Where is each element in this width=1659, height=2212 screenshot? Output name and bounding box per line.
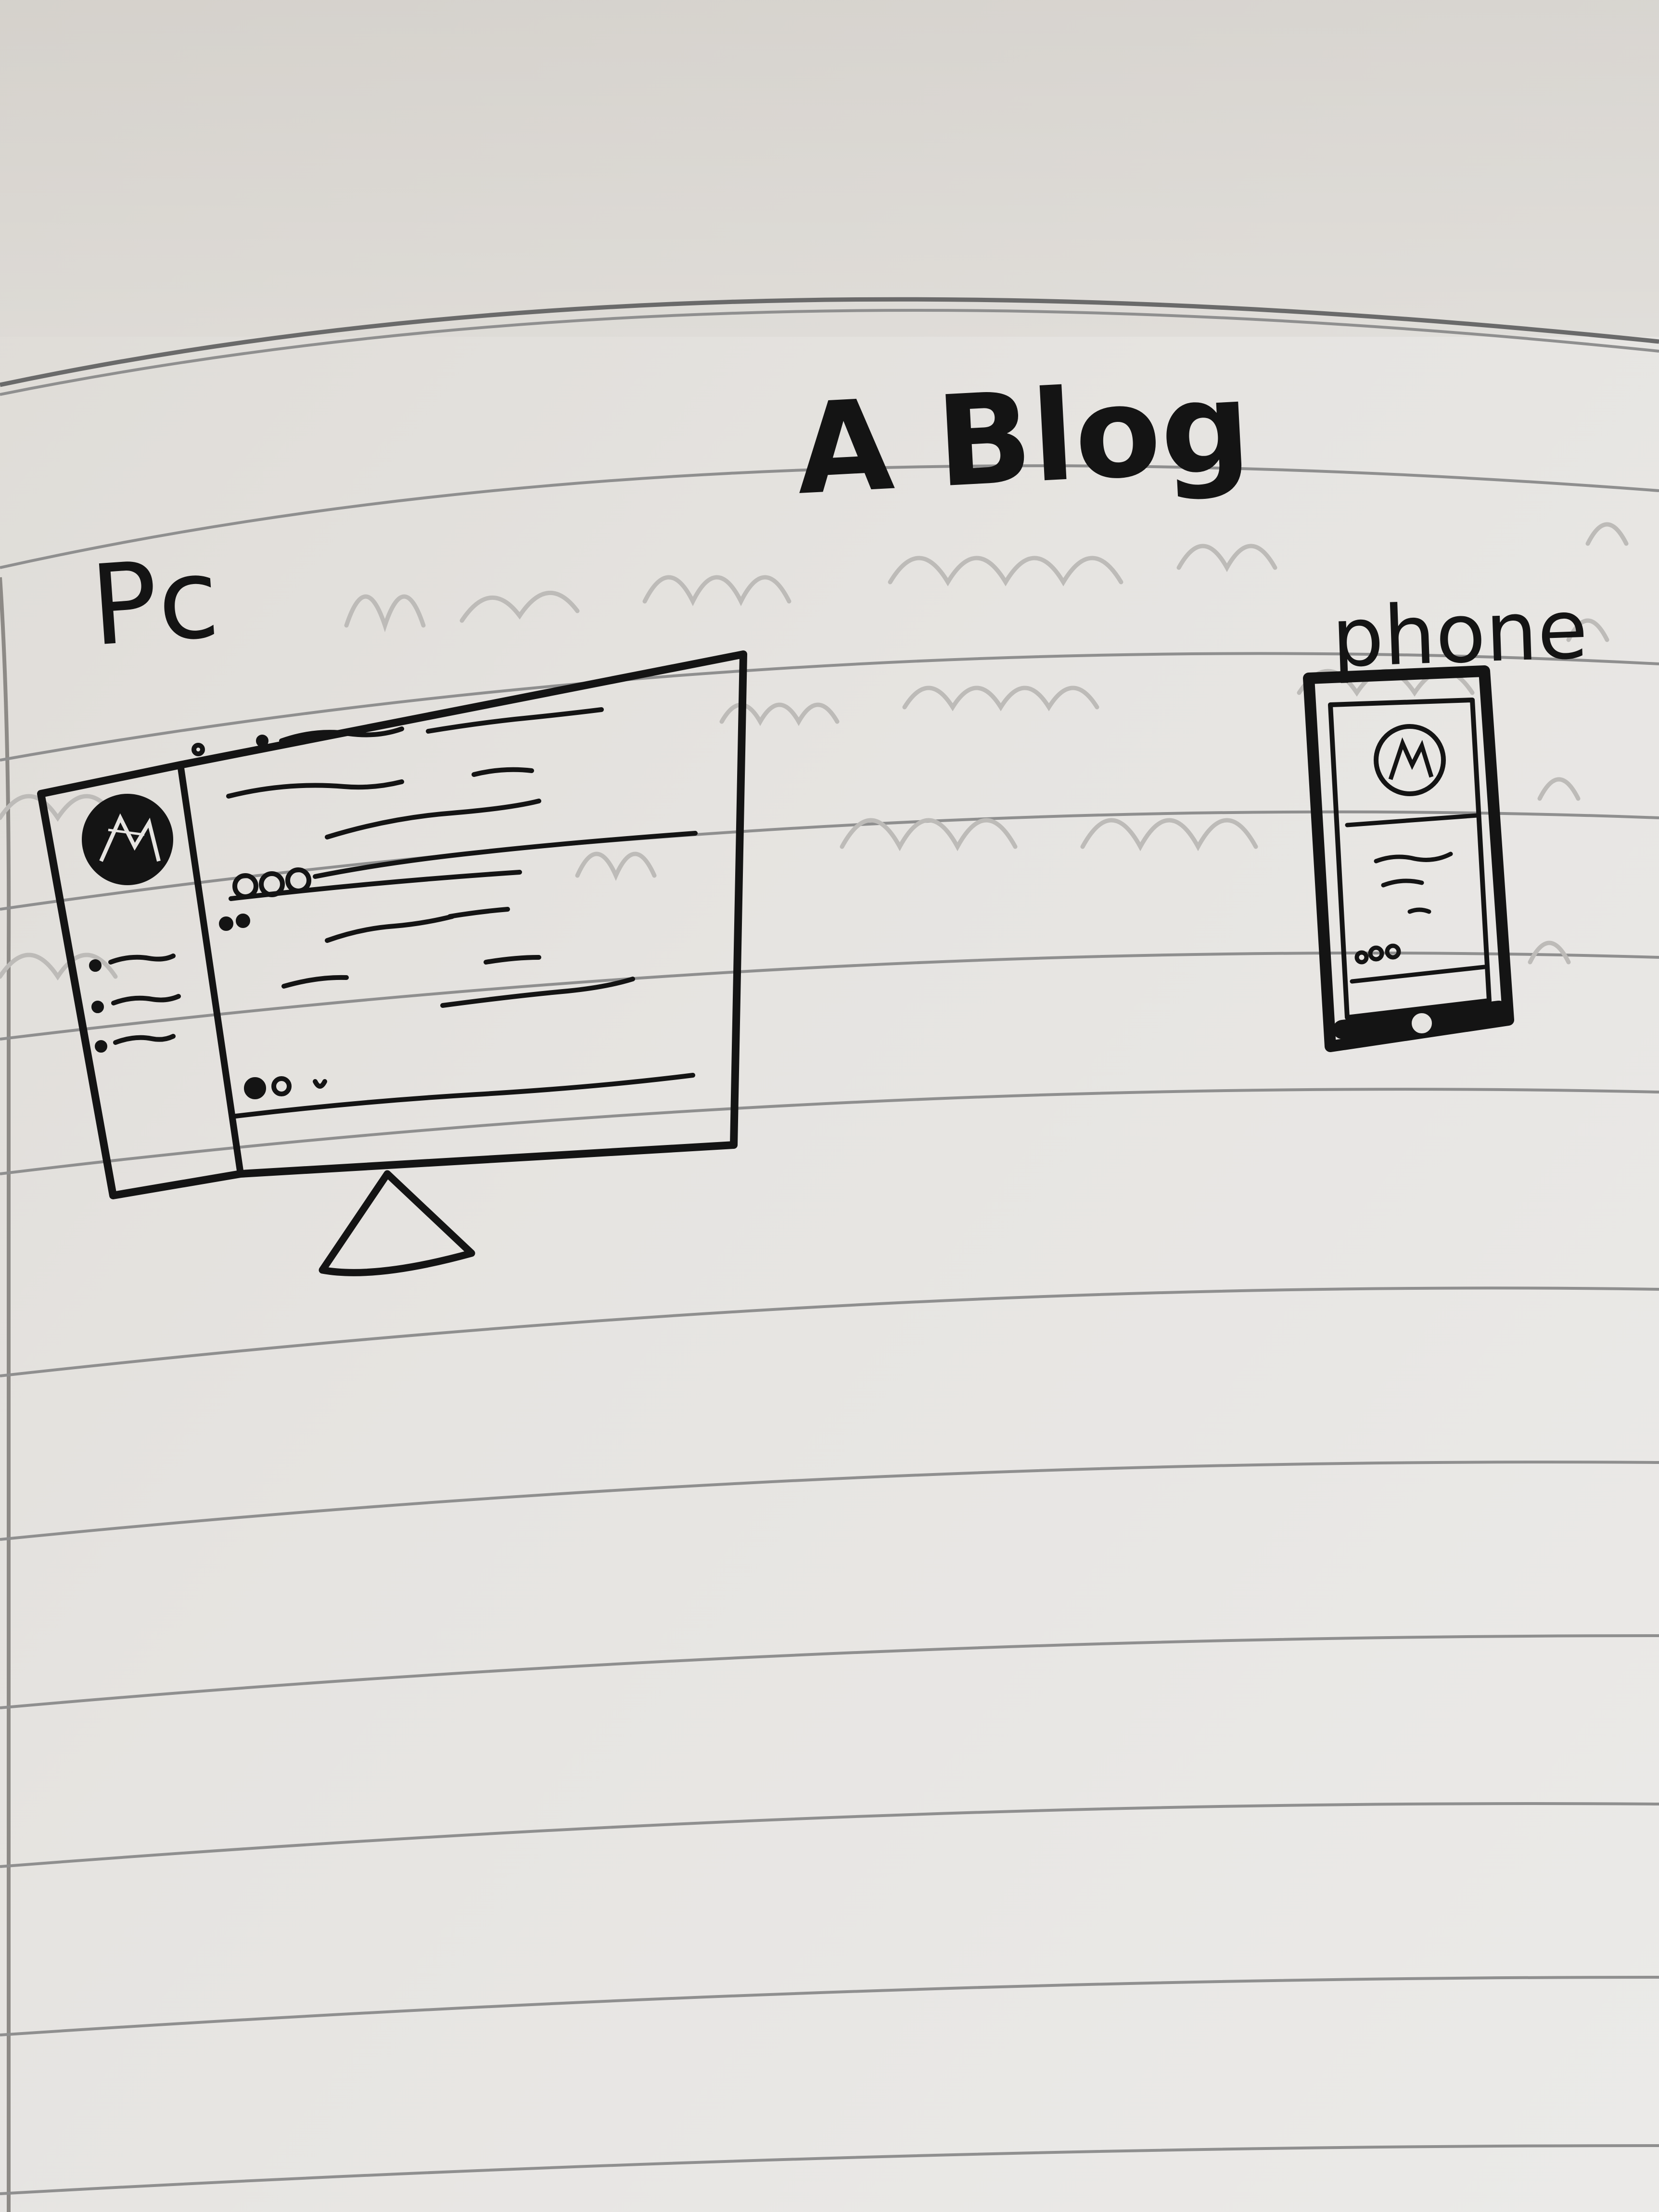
page-top-shadow [0, 0, 1659, 337]
sketch-title: A Blog [792, 354, 1253, 523]
bullet-icon [95, 1040, 107, 1053]
bullet-icon [91, 1001, 104, 1013]
home-button-icon [1409, 1010, 1435, 1036]
bullet-icon [89, 959, 102, 972]
notebook-photo: A Blog Pc phone [0, 0, 1659, 2212]
pc-label: Pc [87, 534, 223, 671]
reaction-icon [244, 1077, 266, 1099]
avatar-icon [82, 794, 173, 885]
